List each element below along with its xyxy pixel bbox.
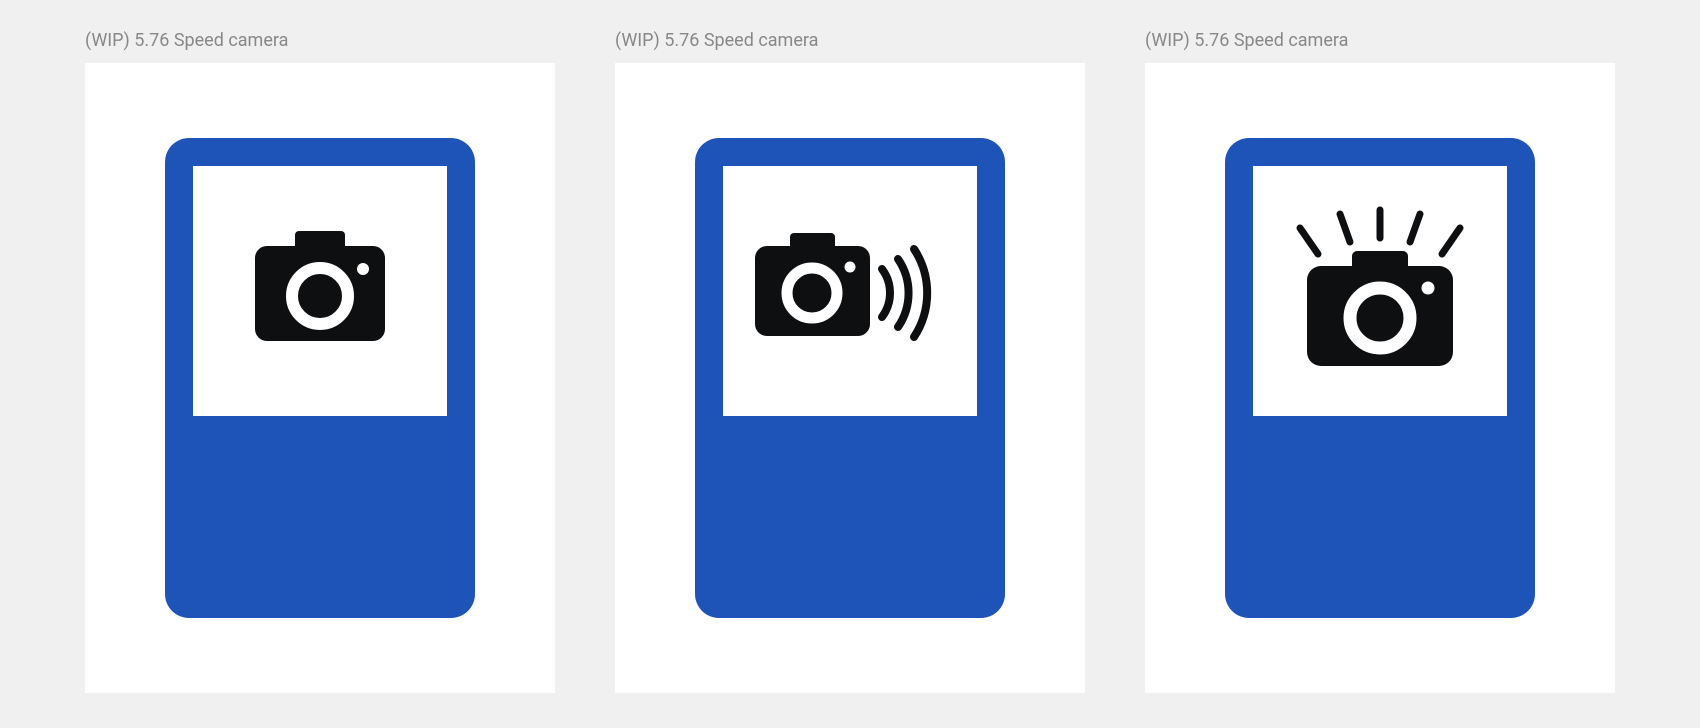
sign-inner-panel xyxy=(723,166,977,416)
card-title: (WIP) 5.76 Speed camera xyxy=(1145,30,1615,51)
road-sign xyxy=(1225,138,1535,618)
sign-card: (WIP) 5.76 Speed camera xyxy=(1145,30,1615,698)
sign-inner-panel xyxy=(193,166,447,416)
card-canvas xyxy=(1145,63,1615,693)
road-sign xyxy=(695,138,1005,618)
sign-inner-panel xyxy=(1253,166,1507,416)
camera-icon xyxy=(235,221,405,361)
card-title: (WIP) 5.76 Speed camera xyxy=(615,30,1085,51)
camera-flash-icon xyxy=(1280,206,1480,376)
card-canvas xyxy=(85,63,555,693)
card-title: (WIP) 5.76 Speed camera xyxy=(85,30,555,51)
camera-waves-icon xyxy=(740,221,960,361)
sign-card: (WIP) 5.76 Speed camera xyxy=(615,30,1085,698)
sign-card: (WIP) 5.76 Speed camera xyxy=(85,30,555,698)
card-canvas xyxy=(615,63,1085,693)
road-sign xyxy=(165,138,475,618)
